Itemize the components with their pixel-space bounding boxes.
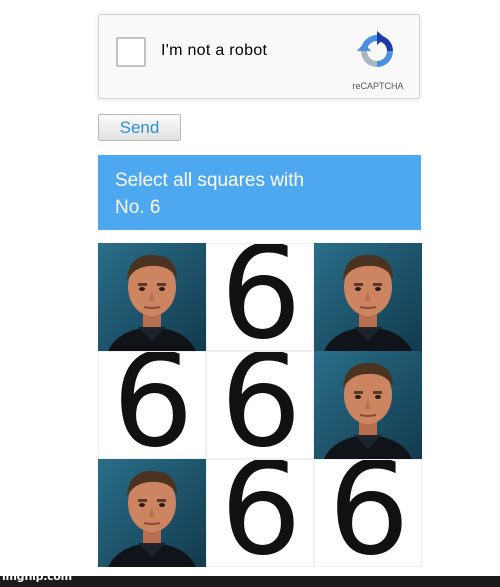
recaptcha-brand-text: reCAPTCHA xyxy=(352,81,404,91)
footer-bar xyxy=(0,576,500,587)
grid-tile-digit[interactable]: 6 xyxy=(206,459,314,567)
not-a-robot-checkbox[interactable] xyxy=(116,37,146,67)
portrait-image xyxy=(98,459,206,567)
recaptcha-widget: I'm not a robot reCAPTCHA xyxy=(98,14,420,99)
challenge-grid: 6 6 6 6 6 xyxy=(98,243,422,567)
grid-tile-portrait[interactable] xyxy=(98,459,206,567)
digit-six: 6 xyxy=(220,243,302,351)
grid-tile-digit[interactable]: 6 xyxy=(206,243,314,351)
portrait-image xyxy=(314,243,422,351)
grid-tile-digit[interactable]: 6 xyxy=(314,459,422,567)
grid-tile-portrait[interactable] xyxy=(314,351,422,459)
prompt-line-1: Select all squares with xyxy=(115,170,305,191)
grid-tile-portrait[interactable] xyxy=(314,243,422,351)
challenge-prompt: Select all squares with No. 6 xyxy=(98,155,421,230)
digit-six: 6 xyxy=(328,459,410,567)
digit-six: 6 xyxy=(220,459,302,567)
portrait-image xyxy=(98,243,206,351)
digit-six: 6 xyxy=(112,351,194,459)
portrait-image xyxy=(314,351,422,459)
grid-tile-portrait[interactable] xyxy=(98,243,206,351)
prompt-line-2: No. 6 xyxy=(115,197,161,218)
grid-tile-digit[interactable]: 6 xyxy=(206,351,314,459)
recaptcha-logo-icon xyxy=(357,31,397,71)
digit-six: 6 xyxy=(220,351,302,459)
send-button[interactable]: Send xyxy=(98,114,181,141)
not-a-robot-label: I'm not a robot xyxy=(161,42,268,59)
grid-tile-digit[interactable]: 6 xyxy=(98,351,206,459)
watermark-text: imgflip.com xyxy=(2,570,72,583)
